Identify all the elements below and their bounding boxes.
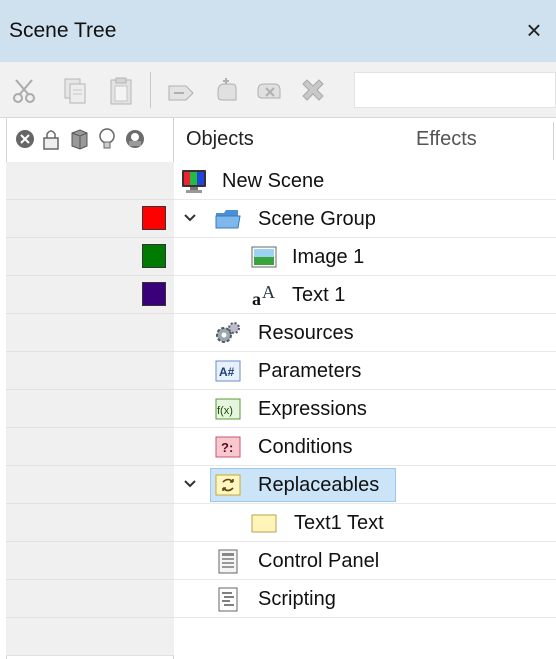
tree-item-label: Text 1: [292, 284, 346, 306]
title-bar: Scene Tree ×: [0, 0, 556, 62]
tree-item-label: Expressions: [258, 398, 367, 420]
lock-icon[interactable]: [40, 126, 62, 152]
tree-item-scripting[interactable]: Scripting: [174, 580, 556, 618]
state-row[interactable]: [6, 466, 174, 504]
tree-item-resources[interactable]: Resources: [174, 314, 556, 352]
tag-icon[interactable]: [166, 76, 196, 106]
tree-item-label: Resources: [258, 322, 354, 344]
paste-icon[interactable]: [106, 76, 136, 106]
svg-text:?:: ?:: [221, 440, 233, 455]
tree-item-label: Text1 Text: [294, 512, 384, 534]
state-column-header: [6, 126, 174, 154]
svg-text:f(x): f(x): [217, 405, 233, 417]
state-row-text-1[interactable]: [6, 276, 174, 314]
tree-item-conditions[interactable]: ?: Conditions: [174, 428, 556, 466]
image-icon: [250, 244, 277, 270]
state-row[interactable]: [6, 618, 174, 656]
chevron-down-icon[interactable]: [182, 476, 198, 492]
tree-item-text1-text[interactable]: Text1 Text: [174, 504, 556, 542]
tree-item-label: Parameters: [258, 360, 362, 382]
tree-item-label: Image 1: [292, 246, 365, 268]
tree-item-label: Scene Group: [258, 208, 376, 230]
tree-item-text-1[interactable]: aA Text 1: [174, 276, 556, 314]
tree-item-replaceables[interactable]: Replaceables: [174, 466, 556, 504]
state-row[interactable]: [6, 314, 174, 352]
tree-item-label: New Scene: [222, 170, 325, 192]
tree-item-new-scene[interactable]: New Scene: [174, 162, 556, 200]
state-row-image-1[interactable]: [6, 238, 174, 276]
chevron-down-icon[interactable]: [182, 210, 198, 226]
svg-text:a: a: [252, 289, 261, 308]
copy-icon[interactable]: [60, 76, 90, 106]
svg-text:A#: A#: [219, 365, 235, 379]
state-row[interactable]: [6, 504, 174, 542]
conditions-icon: ?:: [214, 434, 241, 460]
state-row[interactable]: [6, 542, 174, 580]
state-row[interactable]: [6, 162, 174, 200]
delete-x-icon[interactable]: [298, 76, 328, 106]
close-button[interactable]: ×: [518, 14, 550, 46]
objects-column-header[interactable]: Objects: [186, 128, 254, 151]
state-row[interactable]: [6, 580, 174, 618]
tree-item-expressions[interactable]: f(x) Expressions: [174, 390, 556, 428]
state-row-scene-group[interactable]: [6, 200, 174, 238]
gears-icon: [214, 320, 240, 346]
replace-icon: [214, 472, 241, 498]
cut-icon[interactable]: [10, 76, 40, 106]
parameters-icon: A#: [214, 358, 241, 384]
state-row[interactable]: [6, 428, 174, 466]
tree-item-label: Conditions: [258, 436, 353, 458]
cube-icon[interactable]: [68, 126, 90, 152]
window-title: Scene Tree: [9, 19, 117, 42]
folder-icon: [214, 206, 241, 232]
column-divider: [553, 122, 554, 160]
camera-icon[interactable]: [124, 126, 146, 152]
svg-text:A: A: [262, 282, 275, 302]
script-icon: [214, 586, 240, 612]
hand-remove-icon[interactable]: [254, 76, 284, 106]
bulb-icon[interactable]: [96, 126, 118, 152]
state-row[interactable]: [6, 352, 174, 390]
effects-column-header[interactable]: Effects: [416, 128, 477, 151]
tree-item-label: Scripting: [258, 588, 336, 610]
color-swatch[interactable]: [142, 206, 166, 230]
color-swatch[interactable]: [142, 282, 166, 306]
state-row[interactable]: [6, 390, 174, 428]
function-icon: f(x): [214, 396, 241, 422]
tree-item-scene-group[interactable]: Scene Group: [174, 200, 556, 238]
tree-item-control-panel[interactable]: Control Panel: [174, 542, 556, 580]
tree-item-label: Replaceables: [258, 474, 380, 496]
tree-item-label: Control Panel: [258, 550, 380, 572]
text-replaceable-icon: [250, 510, 277, 536]
scene-icon: [180, 168, 206, 194]
toolbar-separator: [150, 72, 151, 108]
toolbar: [0, 62, 556, 118]
tree-item-image-1[interactable]: Image 1: [174, 238, 556, 276]
text-icon: aA: [250, 282, 276, 309]
disable-icon[interactable]: [14, 126, 36, 152]
color-swatch[interactable]: [142, 244, 166, 268]
search-input[interactable]: [354, 72, 556, 108]
tree-item-parameters[interactable]: A# Parameters: [174, 352, 556, 390]
control-panel-icon: [214, 548, 240, 574]
hand-add-icon[interactable]: [212, 76, 242, 106]
